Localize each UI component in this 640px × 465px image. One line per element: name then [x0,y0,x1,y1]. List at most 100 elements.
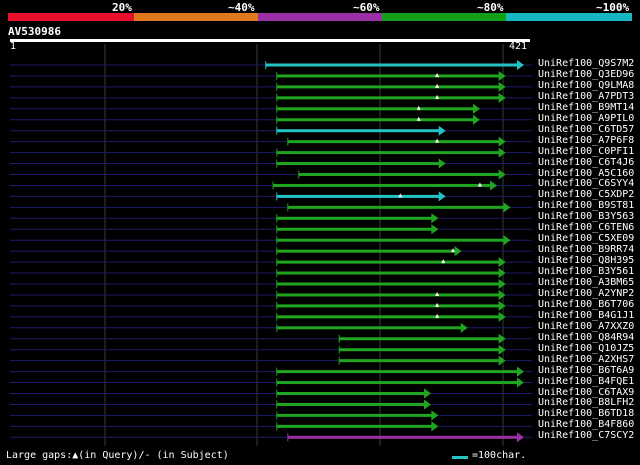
hit-arrow-icon [423,388,431,399]
hit-label[interactable]: UniRef100_B6T706 [538,299,634,310]
hit-bar[interactable] [276,118,474,122]
hit-label[interactable]: UniRef100_C7SCY2 [538,430,634,441]
hit-label[interactable]: UniRef100_A2YNP2 [538,288,634,299]
legend-scale: =100char. [472,450,527,461]
hit-arrow-icon [431,213,439,224]
hit-bar[interactable] [265,63,518,67]
hit-label[interactable]: UniRef100_Q9LMA8 [538,80,634,91]
hit-arrow-icon [517,432,524,443]
legend-gaps: Large gaps:▲(in Query)/- (in Subject) [6,450,229,461]
hit-arrow-icon [498,136,506,147]
hit-label[interactable]: UniRef100_Q3ED96 [538,69,634,80]
hit-label[interactable]: UniRef100_B9MT14 [538,102,634,113]
hit-label[interactable]: UniRef100_A7XXZ0 [538,321,634,332]
hit-bar[interactable] [276,107,474,111]
hit-arrow-icon [423,399,431,410]
hit-bar[interactable] [276,74,500,78]
hit-bar[interactable] [276,238,505,242]
hit-label[interactable]: UniRef100_A7P6F8 [538,135,634,146]
hit-arrow-icon [498,268,506,279]
hit-arrow-icon [498,355,506,366]
hit-bar[interactable] [339,348,500,352]
hit-bar[interactable] [276,413,433,417]
hit-bar[interactable] [298,173,500,176]
hit-label[interactable]: UniRef100_A2XHS7 [538,354,634,365]
hit-bar[interactable] [276,326,462,330]
hit-arrow-icon [431,421,439,432]
hit-label[interactable]: UniRef100_B6TD18 [538,408,634,419]
hit-bar[interactable] [276,162,440,166]
hit-arrow-icon [431,410,439,421]
hit-arrow-icon [498,147,506,158]
hit-bar[interactable] [276,271,500,275]
hit-label[interactable]: UniRef100_B9RR74 [538,244,634,255]
hit-label[interactable]: UniRef100_C5XDP2 [538,189,634,200]
hit-bar[interactable] [276,304,500,308]
hit-label[interactable]: UniRef100_C6TD57 [538,124,634,135]
blast-alignment-view: 20% ~40% ~60% ~80% ~100% AV530986 1 421 … [0,0,640,465]
hit-bar[interactable] [276,249,456,253]
hit-label[interactable]: UniRef100_B4FQE1 [538,376,634,387]
hit-bar[interactable] [276,381,518,385]
hit-bar[interactable] [276,370,518,374]
hit-label[interactable]: UniRef100_B3Y563 [538,211,634,222]
hit-label[interactable]: UniRef100_C6SYY4 [538,178,634,189]
hit-arrow-icon [498,289,506,300]
hit-label[interactable]: UniRef100_C5XE09 [538,233,634,244]
hit-arrow-icon [438,191,446,202]
hit-bar[interactable] [287,140,500,144]
hit-arrow-icon [517,60,524,70]
hit-arrow-icon [498,81,506,92]
hit-label[interactable]: UniRef100_B9ST81 [538,200,634,211]
hit-label[interactable]: UniRef100_B8LFH2 [538,397,634,408]
hit-arrow-icon [490,180,498,191]
hit-arrow-icon [438,125,446,136]
hit-label[interactable]: UniRef100_C0PFI1 [538,146,634,157]
hit-bar[interactable] [339,337,500,341]
hit-arrow-icon [498,344,506,355]
hit-bar[interactable] [339,359,500,363]
hit-arrow-icon [472,103,480,114]
legend-scale-bar [452,456,468,459]
hit-bar[interactable] [276,293,500,297]
hit-bar[interactable] [276,85,500,89]
hit-label[interactable]: UniRef100_A3BM65 [538,277,634,288]
hit-bar[interactable] [276,282,500,286]
hit-label[interactable]: UniRef100_B4F860 [538,419,634,430]
hit-label[interactable]: UniRef100_B6T6A9 [538,365,634,376]
hit-label[interactable]: UniRef100_A7PDT3 [538,91,634,102]
hit-arrow-icon [503,235,511,246]
hit-label[interactable]: UniRef100_A9PIL0 [538,113,634,124]
hit-arrow-icon [498,333,506,344]
hit-bar[interactable] [273,183,492,187]
hit-label[interactable]: UniRef100_C6T4J6 [538,157,634,168]
hit-bar[interactable] [276,96,500,100]
hit-arrow-icon [498,257,506,268]
hit-bar[interactable] [287,435,518,439]
hit-bar[interactable] [276,392,425,395]
hit-bar[interactable] [276,260,500,264]
hit-arrow-icon [498,92,506,103]
hit-label[interactable]: UniRef100_C6TAX9 [538,387,634,398]
hit-bar[interactable] [276,194,440,198]
hit-arrow-icon [438,158,446,169]
hit-label[interactable]: UniRef100_Q84R94 [538,332,634,343]
hit-label[interactable]: UniRef100_Q10JZ5 [538,343,634,354]
hit-label[interactable]: UniRef100_B3Y561 [538,266,634,277]
hit-bar[interactable] [287,205,505,209]
hit-arrow-icon [498,311,506,322]
hit-bar[interactable] [276,402,425,406]
hit-arrow-icon [498,279,506,289]
hit-bar[interactable] [276,424,433,428]
hit-bar[interactable] [276,315,500,319]
hit-label[interactable]: UniRef100_A5C160 [538,168,634,179]
hit-bar[interactable] [276,216,433,220]
hit-label[interactable]: UniRef100_B4G1J1 [538,310,634,321]
hit-bar[interactable] [276,151,500,155]
hit-arrow-icon [431,224,439,235]
hit-bar[interactable] [276,227,433,231]
hit-label[interactable]: UniRef100_Q8H395 [538,255,634,266]
hit-bar[interactable] [276,129,440,133]
hit-label[interactable]: UniRef100_C6TEN6 [538,222,634,233]
hit-label[interactable]: UniRef100_Q9S7M2 [538,58,634,69]
